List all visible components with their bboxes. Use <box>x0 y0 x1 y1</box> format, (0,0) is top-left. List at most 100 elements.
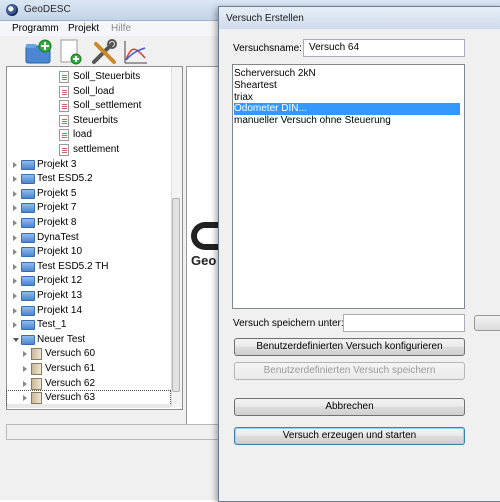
tree-item[interactable]: Soll_Steuerbits <box>7 70 170 84</box>
tree-item-label: Versuch 61 <box>45 363 96 374</box>
tree-item[interactable]: DynaTest <box>7 231 170 245</box>
tree-item[interactable]: Test ESD5.2 <box>7 172 170 186</box>
expand-icon[interactable] <box>23 351 27 358</box>
expand-icon[interactable] <box>13 293 17 299</box>
test-type-item[interactable]: Odometer DIN... <box>234 103 460 116</box>
test-type-item[interactable]: manueller Versuch ohne Steuerung <box>234 115 460 127</box>
tree-item[interactable]: Versuch 61 <box>7 362 170 376</box>
folder-icon <box>21 320 35 331</box>
tree-item-label: DynaTest <box>37 231 79 243</box>
expand-icon[interactable] <box>13 234 17 241</box>
tools-icon <box>92 39 117 64</box>
tree-horizontal-scrollbar[interactable] <box>7 404 171 408</box>
tree-item[interactable]: Soll_settlement <box>7 99 170 113</box>
tree-item-label: Projekt 12 <box>37 275 83 287</box>
tree-item[interactable]: Neuer Test <box>7 333 170 347</box>
expand-icon[interactable] <box>23 395 27 402</box>
tree-item-label: Projekt 10 <box>37 246 83 258</box>
tree-item[interactable]: Projekt 5 <box>7 187 170 201</box>
chart-document-icon <box>59 114 69 127</box>
cancel-button[interactable]: Abbrechen <box>234 398 465 416</box>
expand-icon[interactable] <box>13 176 17 183</box>
test-volume-icon <box>31 392 42 405</box>
test-type-item[interactable]: Scherversuch 2kN <box>234 68 460 80</box>
menu-programm[interactable]: Programm <box>12 23 59 34</box>
new-document-icon <box>60 39 82 65</box>
folder-icon <box>21 174 35 185</box>
test-volume-icon <box>31 377 42 390</box>
tree-item-label: settlement <box>73 144 120 155</box>
expand-icon[interactable] <box>13 190 17 197</box>
save-as-input[interactable] <box>343 314 465 332</box>
test-type-item[interactable]: Sheartest <box>234 80 460 92</box>
expand-icon[interactable] <box>13 161 17 168</box>
expand-icon[interactable] <box>13 263 17 270</box>
window-title: GeoDESC <box>24 4 71 15</box>
tree-item[interactable]: Projekt 14 <box>7 304 170 318</box>
tree-item-label: Test_1 <box>37 319 67 331</box>
chart-document-icon <box>59 71 69 83</box>
expand-icon[interactable] <box>13 205 17 212</box>
tree-item-label: Projekt 5 <box>37 187 77 199</box>
save-as-label: Versuch speichern unter: <box>233 318 344 329</box>
chart-button[interactable] <box>121 38 148 65</box>
tree-item-label: Test ESD5.2 <box>37 173 93 185</box>
tree-item-label: Projekt 14 <box>37 304 83 316</box>
tree-scroll-thumb[interactable] <box>172 198 180 392</box>
folder-icon <box>21 247 35 258</box>
tree-item[interactable]: Projekt 8 <box>7 216 170 230</box>
new-document-button[interactable] <box>57 38 84 65</box>
test-name-input[interactable]: Versuch 64 <box>303 39 465 57</box>
tree-item-label: Steuerbits <box>73 114 119 126</box>
tree-item[interactable]: Projekt 13 <box>7 289 170 303</box>
tree-item-label: load <box>73 129 92 141</box>
tree-item[interactable]: Projekt 12 <box>7 274 170 288</box>
folder-icon <box>21 276 35 287</box>
test-type-item[interactable]: triax <box>234 92 460 104</box>
tree-item-label: Projekt 13 <box>37 290 83 301</box>
expand-icon[interactable] <box>13 220 17 226</box>
tree-item-label: Projekt 3 <box>37 158 77 170</box>
expand-icon[interactable] <box>13 322 17 329</box>
chart-document-icon <box>59 144 69 156</box>
status-bar <box>6 424 222 440</box>
tree-item[interactable]: Soll_load <box>7 85 170 99</box>
menu-projekt[interactable]: Projekt <box>68 23 99 34</box>
tree-item[interactable]: Test ESD5.2 TH <box>7 260 170 274</box>
tree-item[interactable]: Versuch 62 <box>7 377 170 391</box>
tree-item-label: Soll_Steuerbits <box>73 71 141 82</box>
tree-item[interactable]: load <box>7 128 170 142</box>
configure-custom-test-button[interactable]: Benutzerdefinierten Versuch konfiguriere… <box>234 338 465 356</box>
tree-item[interactable]: Projekt 7 <box>7 201 170 215</box>
settings-button[interactable] <box>90 38 117 65</box>
tree-item[interactable]: settlement <box>7 143 170 157</box>
menu-hilfe[interactable]: Hilfe <box>111 23 131 34</box>
folder-icon <box>21 291 35 301</box>
tree-item[interactable]: Versuch 60 <box>7 347 170 361</box>
tree-item-label: Neuer Test <box>37 333 86 345</box>
expand-icon[interactable] <box>23 366 27 372</box>
geodesc-logo-text: Geo <box>191 253 217 268</box>
expand-icon[interactable] <box>13 307 17 314</box>
chart-document-icon <box>59 85 69 98</box>
chart-document-icon <box>59 129 69 142</box>
expand-icon[interactable] <box>13 278 17 285</box>
tree-item-label: Versuch 62 <box>45 377 96 389</box>
folder-icon <box>21 188 35 199</box>
create-and-start-button[interactable]: Versuch erzeugen und starten <box>234 427 465 445</box>
expand-icon[interactable] <box>13 249 17 256</box>
test-name-label: Versuchsname: <box>233 43 302 54</box>
collapse-icon[interactable] <box>13 337 19 342</box>
save-custom-test-button[interactable]: Benutzerdefinierten Versuch speichern <box>234 362 465 380</box>
tree-item-label: Projekt 8 <box>37 217 77 228</box>
folder-icon <box>21 203 35 214</box>
tree-item[interactable]: Projekt 10 <box>7 245 170 259</box>
new-folder-button[interactable] <box>24 38 52 65</box>
new-folder-icon <box>25 39 52 64</box>
browse-button[interactable] <box>474 315 500 331</box>
test-volume-icon <box>31 348 42 361</box>
tree-item[interactable]: Projekt 3 <box>7 158 170 172</box>
expand-icon[interactable] <box>23 380 27 387</box>
tree-item[interactable]: Steuerbits <box>7 114 170 128</box>
tree-item[interactable]: Test_1 <box>7 318 170 332</box>
